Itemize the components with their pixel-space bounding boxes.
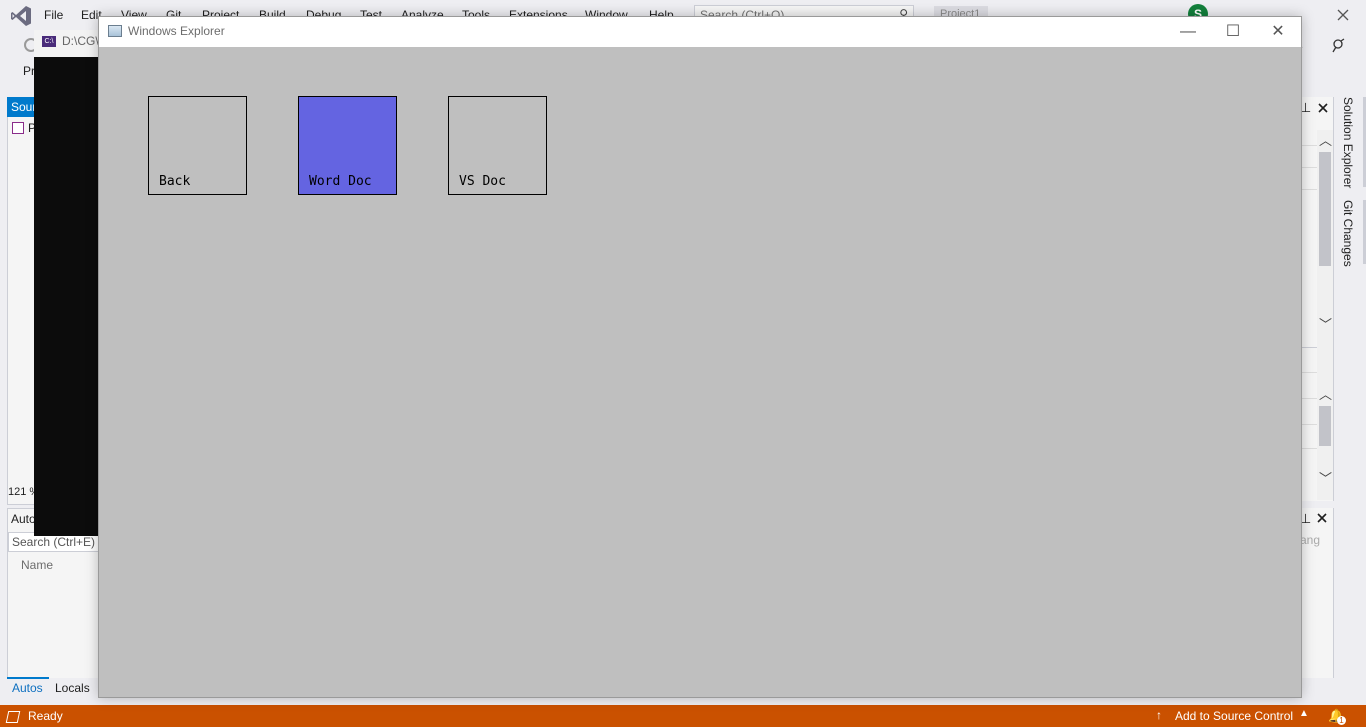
console-window: [34, 30, 100, 536]
menu-file[interactable]: File: [44, 8, 63, 22]
window-title: Windows Explorer: [128, 24, 225, 38]
window-app-icon: [108, 25, 122, 37]
minimize-button[interactable]: —: [1165, 17, 1211, 47]
window-titlebar[interactable]: Windows Explorer — ☐ ✕: [99, 17, 1301, 47]
scrollbar-thumb[interactable]: [1319, 152, 1331, 266]
divider: [1302, 448, 1317, 449]
console-path: D:\CG\: [62, 34, 98, 48]
panel-close-icon[interactable]: [1317, 102, 1329, 114]
divider: [1302, 398, 1317, 399]
notification-count: 1: [1337, 716, 1346, 725]
tab-locals[interactable]: Locals: [55, 681, 90, 695]
scroll-down-icon[interactable]: ﹀: [1319, 318, 1332, 331]
project-icon: [12, 122, 24, 134]
autos-panel-title: Auto: [11, 512, 36, 526]
divider: [1302, 424, 1317, 425]
word-doc-tile-label: Word Doc: [309, 174, 372, 189]
panel-close-icon[interactable]: [1316, 512, 1328, 524]
scroll-up-icon[interactable]: ︿: [1319, 388, 1332, 401]
scroll-down-icon[interactable]: ﹀: [1319, 472, 1332, 485]
divider: [1302, 372, 1317, 373]
divider: [1302, 167, 1317, 168]
output-icon[interactable]: [5, 711, 21, 723]
properties-partial-text: ang: [1300, 533, 1321, 547]
divider: [1302, 189, 1317, 190]
active-tab-indicator: [7, 677, 49, 679]
vs-close-icon[interactable]: [1334, 6, 1352, 24]
status-ready: Ready: [28, 709, 63, 723]
vs-doc-tile-label: VS Doc: [459, 174, 506, 189]
tab-git-changes[interactable]: Git Changes: [1341, 200, 1355, 267]
scroll-up-icon[interactable]: ︿: [1319, 134, 1332, 147]
tab-solution-explorer[interactable]: Solution Explorer: [1341, 97, 1355, 188]
arrow-up-icon: ↑: [1156, 708, 1162, 722]
back-tile-label: Back: [159, 174, 191, 189]
vs-doc-tile-button[interactable]: VS Doc: [448, 96, 547, 195]
autos-search-placeholder: Search (Ctrl+E): [12, 535, 96, 549]
caret-up-icon[interactable]: ▲: [1299, 708, 1309, 719]
tab-autos[interactable]: Autos: [12, 681, 43, 695]
back-tile-button[interactable]: Back: [148, 96, 247, 195]
close-button[interactable]: ✕: [1255, 17, 1301, 47]
visual-studio-logo-icon: [11, 6, 31, 26]
autos-column-name[interactable]: Name: [21, 558, 53, 572]
windows-explorer-window: Windows Explorer — ☐ ✕ Back Word Doc VS …: [98, 16, 1302, 698]
word-doc-tile-button[interactable]: Word Doc: [298, 96, 397, 195]
divider: [1302, 145, 1317, 146]
scrollbar-thumb[interactable]: [1319, 406, 1331, 446]
console-icon: C:\: [42, 36, 56, 47]
maximize-button[interactable]: ☐: [1210, 17, 1256, 47]
feedback-icon[interactable]: [1330, 38, 1346, 54]
add-to-source-control-button[interactable]: Add to Source Control: [1175, 709, 1293, 723]
